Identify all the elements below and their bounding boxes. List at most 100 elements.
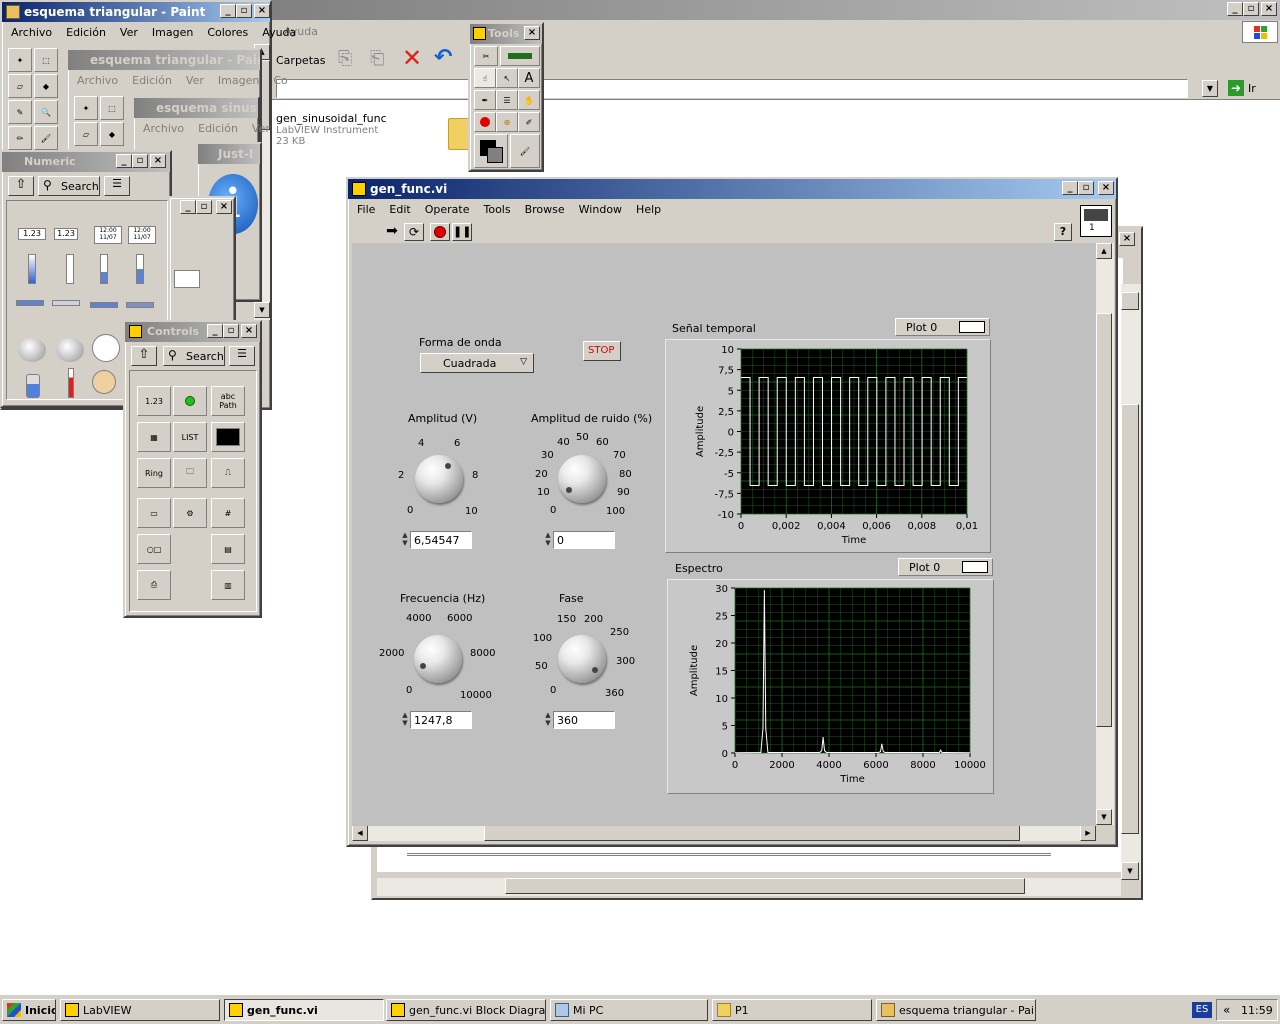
vi-vscroll[interactable]: ▲ ▼: [1096, 243, 1114, 825]
run-arrow-icon[interactable]: ➡: [382, 223, 402, 241]
breakpoint-tool-icon[interactable]: [474, 112, 496, 132]
horizontal-pointer-slide-icon[interactable]: [52, 300, 80, 306]
paintbrush-tool-icon[interactable]: 🖌: [510, 134, 540, 168]
address-dropdown-button[interactable]: ▼: [1202, 80, 1218, 97]
pause-icon[interactable]: ❚❚: [452, 223, 472, 241]
horizontal-fill-icon[interactable]: [90, 302, 118, 308]
subwin-minimize-button[interactable]: _: [180, 200, 196, 214]
language-indicator[interactable]: ES: [1192, 1002, 1212, 1018]
vi-hscroll-thumb[interactable]: [484, 825, 1020, 841]
decorations-icon[interactable]: ○□: [137, 534, 171, 564]
list-table-icon[interactable]: LIST: [173, 422, 207, 452]
frequency-knob[interactable]: [414, 635, 462, 683]
waveform-ring[interactable]: Cuadrada ▽: [420, 353, 534, 373]
vertical-slide-icon[interactable]: [28, 254, 36, 284]
amp-spin[interactable]: ▲ ▼: [400, 531, 410, 549]
vi-scroll-up-icon[interactable]: ▲: [1096, 243, 1112, 259]
amplitude-input[interactable]: 6,54547: [410, 531, 472, 549]
ring-enum-icon[interactable]: Ring: [137, 458, 171, 488]
position-tool-icon[interactable]: ↖: [496, 68, 518, 88]
controls-close-button[interactable]: ×: [241, 324, 257, 338]
vi-minimize-button[interactable]: _: [1062, 181, 1078, 195]
numeric-maximize-button[interactable]: ▫: [132, 154, 148, 168]
brush-icon[interactable]: 🖌: [34, 126, 58, 150]
menu-file[interactable]: File: [350, 201, 382, 219]
run-continuously-icon[interactable]: ⟳: [404, 223, 424, 241]
dialog-controls-icon[interactable]: ▭: [137, 498, 171, 528]
user-controls-icon[interactable]: ⎙: [137, 570, 171, 600]
auto-tool-icon[interactable]: ✂: [474, 46, 498, 66]
boolean-controls-icon[interactable]: [173, 386, 207, 416]
numeric-up-icon[interactable]: ⇧: [8, 176, 34, 196]
task-p1[interactable]: P1: [712, 999, 872, 1021]
rect-select-icon[interactable]: ⬚: [100, 96, 124, 120]
paint-minimize-button[interactable]: _: [220, 4, 236, 18]
thermometer-icon[interactable]: [68, 368, 74, 398]
tank-icon[interactable]: [26, 374, 40, 398]
controls-maximize-button[interactable]: ▫: [223, 324, 239, 338]
variant-icon[interactable]: #: [211, 498, 245, 528]
vertical-fill-icon[interactable]: [100, 254, 108, 284]
time-chart-legend[interactable]: Plot 0: [895, 318, 990, 336]
time-stamp-indicator[interactable]: 12:00 11/07: [128, 226, 156, 244]
back-vi-hscroll[interactable]: [377, 878, 1121, 896]
menu-help[interactable]: Help: [629, 201, 668, 219]
eraser-icon[interactable]: ▱: [74, 122, 98, 146]
back-vi-scroll-down-icon[interactable]: ▼: [1121, 862, 1139, 880]
free-select-icon[interactable]: ✦: [74, 96, 98, 120]
array-cluster-icon[interactable]: ▦: [137, 422, 171, 452]
dial-icon[interactable]: [56, 338, 84, 362]
paint-menu-view[interactable]: Ver: [113, 24, 145, 42]
numeric-minimize-button[interactable]: _: [116, 154, 132, 168]
menu-operate[interactable]: Operate: [418, 201, 477, 219]
vi-close-button[interactable]: ×: [1098, 181, 1114, 195]
paint3-menu-view[interactable]: Ver: [245, 120, 277, 138]
spectrum-chart-legend[interactable]: Plot 0: [898, 558, 993, 576]
fill-icon[interactable]: ◆: [100, 122, 124, 146]
context-help-icon[interactable]: ?: [1054, 223, 1072, 241]
vi-connector-icon[interactable]: 1: [1080, 205, 1112, 237]
numeric-control[interactable]: 1.23: [18, 228, 46, 240]
explorer-maximize-button[interactable]: ▫: [1243, 2, 1259, 16]
copy-to-icon[interactable]: ⎗: [370, 48, 392, 70]
knob-icon[interactable]: [18, 338, 46, 362]
picker-icon[interactable]: ✎: [8, 100, 32, 124]
time-stamp-control[interactable]: 12:00 11/07: [94, 226, 122, 244]
amplitude-knob[interactable]: [415, 455, 463, 503]
paint-menu-image[interactable]: Imagen: [145, 24, 200, 42]
scroll-tool-icon[interactable]: ✋: [518, 90, 540, 110]
graph-icon[interactable]: [211, 422, 245, 452]
menu-tools[interactable]: Tools: [477, 201, 518, 219]
controls-search-button[interactable]: ⚲ Search: [163, 346, 225, 366]
subwin-close-button[interactable]: ×: [216, 200, 232, 214]
tray-expand-icon[interactable]: «: [1223, 1003, 1230, 1017]
noise-knob[interactable]: [558, 455, 606, 503]
paint3-menu-file[interactable]: Archivo: [136, 120, 191, 138]
noise-spin[interactable]: ▲ ▼: [543, 531, 553, 549]
numeric-indicator[interactable]: 1.23: [54, 228, 78, 240]
folders-button[interactable]: Carpetas: [276, 54, 325, 67]
addon-controls-icon[interactable]: ▥: [211, 570, 245, 600]
stop-button[interactable]: STOP: [583, 341, 621, 361]
go-icon[interactable]: ➜: [1228, 80, 1244, 96]
phase-spin[interactable]: ▲ ▼: [543, 711, 553, 729]
numeric-search-button[interactable]: ⚲ Search: [38, 176, 100, 196]
explorer-minimize-button[interactable]: _: [1227, 2, 1243, 16]
menu-browse[interactable]: Browse: [518, 201, 572, 219]
vi-scroll-right-icon[interactable]: ▶: [1080, 825, 1096, 841]
menu-edit[interactable]: Edit: [382, 201, 417, 219]
horizontal-progress-icon[interactable]: [126, 302, 154, 308]
phase-knob[interactable]: [558, 635, 606, 683]
rect-select-icon[interactable]: ⬚: [34, 48, 58, 72]
delete-icon[interactable]: ✕: [402, 46, 426, 70]
controls-options-icon[interactable]: ☰: [229, 346, 255, 366]
color-box-icon[interactable]: [92, 370, 116, 394]
vertical-progress-icon[interactable]: [136, 254, 144, 284]
task-paint[interactable]: esquema triangular - Paint: [876, 999, 1036, 1021]
numeric-close-button[interactable]: ×: [150, 154, 166, 168]
explorer-close-button[interactable]: ×: [1261, 2, 1277, 16]
time-chart[interactable]: 0 0,002 0,004 0,006 0,008 0,01 10 7,5 5 2,5 0 -2,5 -…: [666, 340, 992, 554]
spectrum-chart[interactable]: 0 2000 4000 6000 8000 10000 30 25 20 15 10 5 0 Time Am…: [668, 580, 995, 795]
phase-input[interactable]: 360: [553, 711, 615, 729]
menu-window[interactable]: Window: [572, 201, 629, 219]
